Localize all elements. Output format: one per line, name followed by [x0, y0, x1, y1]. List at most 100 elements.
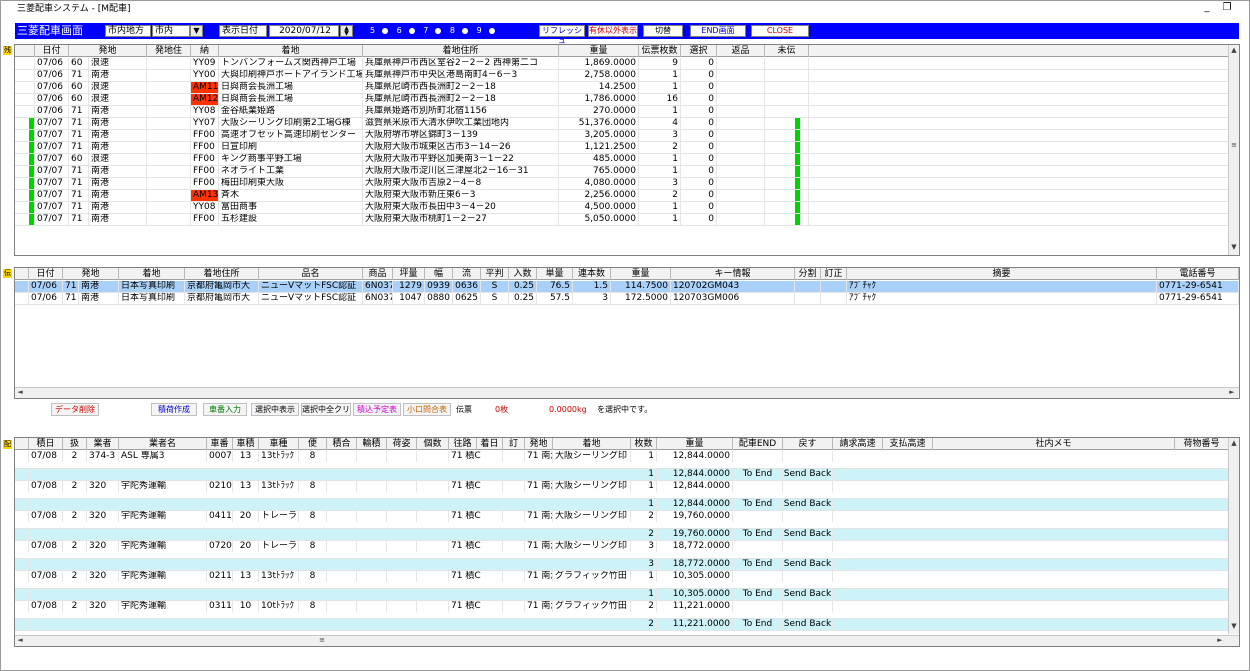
cell-origin-code[interactable]: 71	[69, 214, 89, 225]
col-product[interactable]: 商品	[363, 268, 393, 280]
cell-destination[interactable]: 大阪シーリング印	[553, 481, 631, 492]
cell-unslip[interactable]	[765, 82, 809, 93]
cell-returned[interactable]	[717, 178, 765, 189]
area-dropdown-icon[interactable]: ▼	[190, 25, 203, 37]
cell-transport[interactable]	[357, 541, 387, 552]
cell-destination[interactable]: グラフィック竹田	[553, 601, 631, 612]
cell-load-date[interactable]: 07/08	[29, 511, 63, 522]
cell-address[interactable]: 大阪府大阪市淀川区三津屋北2－16－31	[363, 166, 559, 177]
col-slip-count[interactable]: 伝票枚数	[639, 45, 681, 57]
area-select[interactable]: 市内	[152, 25, 190, 37]
table-row[interactable]: 07/06 71 南港 日本写真印刷 京都府亀岡市大 ニューVマットFSC認証 6N037 1…	[15, 281, 1239, 293]
cell-code[interactable]: YY08	[191, 202, 219, 213]
row-selector[interactable]	[15, 619, 29, 630]
cell-origin[interactable]: 南港	[89, 118, 147, 129]
to-end-button[interactable]: To End	[733, 499, 783, 510]
cell-sheets[interactable]: 1	[631, 481, 657, 492]
cell-car-type[interactable]: トレーラ	[259, 541, 299, 552]
table-row[interactable]: 07/07 71 南港 YY07 大阪シーリング印刷第2工場G棟 滋賀県米原市大清水伊吹工…	[15, 118, 1229, 130]
dispatch-row[interactable]: 07/082320宇陀秀運輸02111313tﾄﾗｯｸ8 71 積C 71 南港グラ…	[15, 571, 1229, 589]
cell-route[interactable]: 71 積C	[449, 481, 503, 492]
car-input-button[interactable]: 車番入力	[203, 403, 247, 416]
col-phone[interactable]: 電話番号	[1157, 268, 1239, 280]
cell-transport[interactable]	[357, 601, 387, 612]
cell-fix[interactable]	[503, 601, 525, 612]
cell-origin[interactable]: 南港	[79, 281, 119, 292]
cell-origin[interactable]: 南港	[89, 70, 147, 81]
cell-mixed[interactable]	[327, 481, 357, 492]
cell-address[interactable]: 大阪府堺市堺区錦町3－139	[363, 130, 559, 141]
cell-address[interactable]: 兵庫県尼崎市西長洲町2－2－18	[363, 94, 559, 105]
cell-selected[interactable]: 0	[681, 190, 717, 201]
cell-flat[interactable]: S	[481, 293, 509, 304]
date-input[interactable]: 2020/07/12	[269, 25, 339, 37]
cell-unslip[interactable]	[765, 106, 809, 117]
cell-load-date[interactable]: 07/08	[29, 451, 63, 462]
cell-slip-count[interactable]: 1	[639, 82, 681, 93]
cell-trip[interactable]: 8	[299, 601, 327, 612]
send-back-button[interactable]: Send Back	[783, 559, 833, 570]
cell-slip-count[interactable]: 4	[639, 118, 681, 129]
cell-car-load[interactable]: 10	[233, 601, 259, 612]
cell-selected[interactable]: 0	[681, 202, 717, 213]
cell-weight[interactable]: 765.0000	[559, 166, 639, 177]
col-bill-highway[interactable]: 請求高速	[833, 438, 883, 450]
col-car-load[interactable]: 車積	[233, 438, 259, 450]
row-selector[interactable]	[15, 559, 29, 570]
cell-unslip[interactable]	[765, 94, 809, 105]
cell-origin[interactable]: 南港	[89, 142, 147, 153]
row-selector[interactable]	[15, 541, 29, 552]
cell-weight[interactable]: 2,758.0000	[559, 70, 639, 81]
cell-weight[interactable]: 114.7500	[611, 281, 671, 292]
cell-origin[interactable]: 71 南港	[525, 601, 553, 612]
cell-count[interactable]: 0.25	[509, 293, 537, 304]
col-flat[interactable]: 平判	[481, 268, 509, 280]
cell-selected[interactable]: 0	[681, 106, 717, 117]
dispatch-row[interactable]: 07/082320宇陀秀運輸03111010tﾄﾗｯｸ871 積C71 南港グラ…	[15, 601, 1229, 619]
cell-weight[interactable]: 12,844.0000	[657, 469, 733, 480]
cell-weight[interactable]: 1,121.2500	[559, 142, 639, 153]
to-end-button[interactable]: To End	[733, 589, 783, 600]
col-weight[interactable]: 重量	[657, 438, 733, 450]
cell-returned[interactable]	[717, 214, 765, 225]
cell-destination[interactable]: 大阪シーリング印	[553, 511, 631, 522]
cell-address[interactable]: 大阪府東大阪市長田中3－4－20	[363, 202, 559, 213]
plan-sheet-button[interactable]: 積込予定表	[353, 403, 401, 416]
cell-unit[interactable]: 57.5	[537, 293, 573, 304]
cell-trip[interactable]: 8	[299, 511, 327, 522]
col-kind[interactable]: 扱	[63, 438, 87, 450]
cell-origin[interactable]: 浪速	[89, 94, 147, 105]
cell-origin-addr[interactable]	[147, 106, 191, 117]
dispatch-subrow[interactable]: 1 12,844.0000 To End Send Back	[15, 499, 1229, 511]
cell-weight[interactable]: 12,844.0000	[657, 499, 733, 510]
cell-correct[interactable]	[821, 293, 847, 304]
cell-date[interactable]: 07/07	[35, 118, 69, 129]
cell-return[interactable]	[783, 571, 833, 582]
col-dest-address[interactable]: 着地住所	[185, 268, 259, 280]
cell-sheets[interactable]: 2	[631, 529, 657, 540]
mid-grid-hscroll[interactable]: ◄ ►	[15, 387, 1239, 398]
cell-origin[interactable]: 南港	[89, 190, 147, 201]
cell-weight[interactable]: 1,786.0000	[559, 94, 639, 105]
cell-car-load[interactable]: 20	[233, 541, 259, 552]
cell-ren[interactable]: 3	[573, 293, 611, 304]
cell-sheets[interactable]: 3	[631, 559, 657, 570]
cell-selected[interactable]: 0	[681, 82, 717, 93]
cell-unslip[interactable]	[765, 154, 809, 165]
col-width[interactable]: 幅	[425, 268, 453, 280]
cell-memo[interactable]: ｱﾌﾞﾁｬｸ	[847, 281, 1157, 292]
cell-weight[interactable]: 1,869.0000	[559, 58, 639, 69]
table-row[interactable]: 07/07 71 南港 FF00 梅田印刷東大阪 大阪府東大阪市吉原2－4－8 4,080.…	[15, 178, 1229, 190]
scroll-thumb-icon[interactable]: ≡	[1229, 141, 1239, 150]
col-route[interactable]: 往路	[449, 438, 477, 450]
cell-origin-addr[interactable]	[147, 142, 191, 153]
row-selector[interactable]	[15, 511, 29, 522]
table-row[interactable]: 07/07 60 浪速 FF00 キング商事平野工場 大阪府大阪市平野区加美南3－1－22…	[15, 154, 1229, 166]
table-row[interactable]: 07/07 71 南港 FF00 五杉建設 大阪府東大阪市桃町1－2－27 5,050.00…	[15, 214, 1229, 226]
cell-slip-count[interactable]: 3	[639, 130, 681, 141]
table-row[interactable]: 07/07 71 南港 FF00 高速オフセット高速印刷センター 大阪府堺市堺区錦町3－1…	[15, 130, 1229, 142]
cell-address[interactable]: 大阪府大阪市平野区加美南3－1－22	[363, 154, 559, 165]
cell-sheets[interactable]: 1	[631, 499, 657, 510]
cell-returned[interactable]	[717, 202, 765, 213]
cell-car[interactable]: 0720	[207, 541, 233, 552]
